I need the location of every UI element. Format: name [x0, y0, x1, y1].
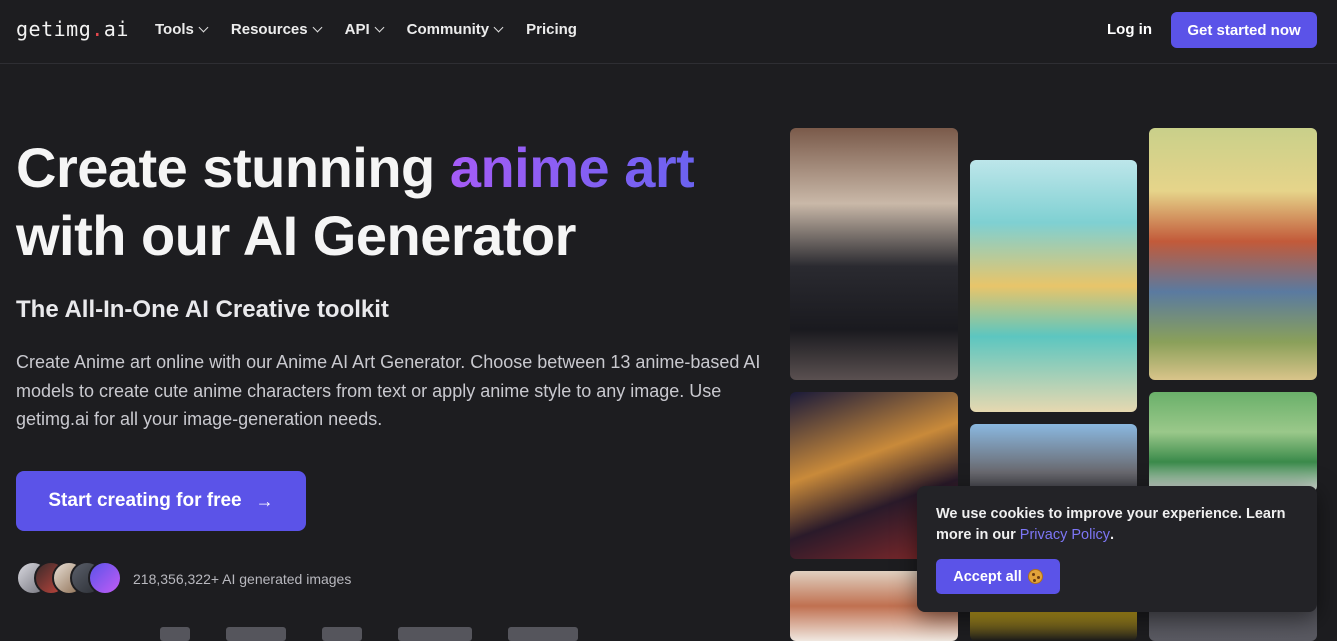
menu-item-resources[interactable]: Resources: [230, 21, 323, 38]
cookie-icon: [1027, 569, 1043, 584]
partner-logo: [398, 627, 472, 641]
menu-item-tools[interactable]: Tools: [155, 21, 209, 38]
logo-text-2: ai: [103, 17, 129, 41]
menu-label: Community: [406, 21, 490, 38]
hero-title-highlight: anime art: [449, 136, 695, 199]
main-menu: Tools Resources API Community Pricing: [155, 21, 577, 38]
cookie-message: We use cookies to improve your experienc…: [936, 504, 1296, 546]
start-creating-label: Start creating for free: [48, 490, 242, 511]
accept-cookies-button[interactable]: Accept all: [936, 559, 1060, 594]
chevron-down-icon: [312, 22, 323, 33]
chevron-down-icon: [493, 22, 504, 33]
privacy-policy-link[interactable]: Privacy Policy: [1020, 527, 1110, 543]
logo[interactable]: getimg.ai: [16, 17, 129, 41]
hero-description: Create Anime art online with our Anime A…: [16, 352, 761, 429]
hero-subtitle: The All-In-One AI Creative toolkit: [16, 296, 389, 323]
hero-title-part2: with our AI Generator: [16, 204, 576, 267]
menu-item-community[interactable]: Community: [406, 21, 504, 38]
menu-item-api[interactable]: API: [344, 21, 385, 38]
start-creating-button[interactable]: Start creating for free →: [16, 471, 306, 531]
partner-logo: [226, 627, 286, 641]
partner-logo: [160, 627, 190, 641]
avatar: [88, 561, 122, 595]
hero-title: Create stunning anime art with our AI Ge…: [16, 134, 776, 270]
menu-item-pricing[interactable]: Pricing: [526, 21, 577, 38]
partner-logo: [508, 627, 578, 641]
partner-logo: [322, 627, 362, 641]
logo-text-1: getimg: [16, 17, 92, 41]
cookie-banner: We use cookies to improve your experienc…: [917, 486, 1317, 612]
login-link[interactable]: Log in: [1107, 21, 1152, 38]
menu-label: Resources: [230, 21, 308, 38]
chevron-down-icon: [198, 22, 209, 33]
menu-label: Pricing: [526, 21, 577, 38]
images-generated-count: 218,356,322+ AI generated images: [133, 571, 352, 587]
cookie-text-end: .: [1110, 527, 1115, 543]
logo-dot: .: [91, 17, 104, 41]
accept-label: Accept all: [953, 568, 1022, 585]
get-started-button[interactable]: Get started now: [1171, 12, 1317, 48]
menu-label: Tools: [155, 21, 194, 38]
gallery-image: [1149, 392, 1317, 492]
chevron-down-icon: [374, 22, 385, 33]
arrow-right-icon: →: [255, 490, 274, 511]
partner-logos: [160, 627, 578, 641]
gallery-image: [1149, 128, 1317, 380]
top-navbar: getimg.ai Tools Resources API Community …: [0, 0, 1337, 64]
menu-label: API: [344, 21, 370, 38]
user-avatars: [16, 561, 122, 595]
gallery-image: [970, 160, 1137, 412]
hero-title-part1: Create stunning: [16, 136, 450, 199]
gallery-image: [790, 128, 958, 380]
